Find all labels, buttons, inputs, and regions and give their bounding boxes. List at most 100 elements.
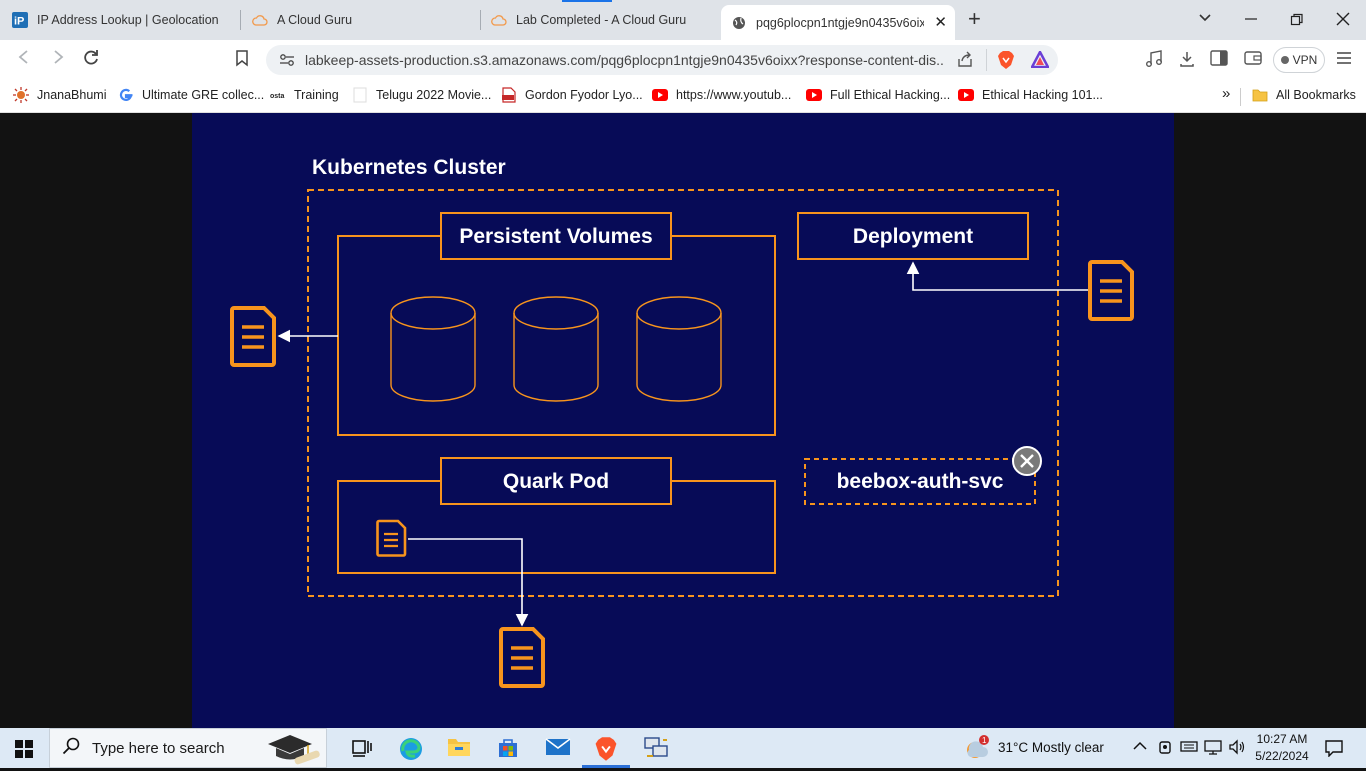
bookmark-jnanabhumi[interactable]: JnanaBhumi xyxy=(13,87,107,103)
pdf-icon xyxy=(501,87,517,103)
weather-text[interactable]: 31°C Mostly clear xyxy=(998,740,1104,755)
document-icon xyxy=(1088,260,1134,321)
edge-icon[interactable] xyxy=(398,736,422,760)
bookmark-gre[interactable]: Ultimate GRE collec... xyxy=(118,87,264,103)
bookmark-label: Ethical Hacking 101... xyxy=(982,88,1103,102)
tab-separator xyxy=(240,10,241,30)
share-icon[interactable] xyxy=(956,51,974,74)
task-view-icon[interactable] xyxy=(349,736,373,760)
mail-icon[interactable] xyxy=(545,736,571,760)
tab-strip: iP IP Address Lookup | Geolocation A Clo… xyxy=(0,0,1366,40)
windows-taskbar: Type here to search 1 31°C Mostly clear xyxy=(0,728,1366,768)
bookmark-label: Training xyxy=(294,88,339,102)
site-settings-icon[interactable] xyxy=(279,53,295,72)
taskbar-search[interactable]: Type here to search xyxy=(49,728,327,768)
meet-now-icon[interactable] xyxy=(1158,739,1172,758)
kubernetes-diagram: Kubernetes Cluster Persistent Volumes De… xyxy=(230,156,1134,688)
cloud-icon xyxy=(491,12,507,28)
clock-date: 5/22/2024 xyxy=(1255,749,1309,763)
media-icon[interactable] xyxy=(1145,50,1163,73)
globe-icon xyxy=(731,15,747,31)
system-clock[interactable]: 10:27 AM 5/22/2024 xyxy=(1252,731,1312,765)
deployment-apply-arrow xyxy=(906,261,1090,291)
cluster-title: Kubernetes Cluster xyxy=(312,156,506,179)
divider xyxy=(986,49,987,71)
bookmark-training[interactable]: osta Training xyxy=(270,87,339,103)
volume-cylinder-icon xyxy=(390,296,476,402)
bookmark-label: Ultimate GRE collec... xyxy=(142,88,265,102)
all-bookmarks-button[interactable]: All Bookmarks xyxy=(1252,87,1356,103)
search-placeholder: Type here to search xyxy=(92,739,225,757)
clock-time: 10:27 AM xyxy=(1256,732,1308,746)
menu-icon[interactable] xyxy=(1336,51,1352,70)
tab-label: Lab Completed - A Cloud Guru xyxy=(516,13,687,27)
restore-button[interactable] xyxy=(1290,13,1304,32)
volume-icon[interactable] xyxy=(1228,739,1246,758)
ip-logo-icon: iP xyxy=(12,12,28,28)
bookmark-telugu-movies[interactable]: Telugu 2022 Movie... xyxy=(352,87,491,103)
close-window-button[interactable] xyxy=(1336,12,1350,31)
volume-cylinder-icon xyxy=(513,296,599,402)
diagram-slide: Kubernetes Cluster Persistent Volumes De… xyxy=(192,113,1174,728)
bookmarks-overflow-button[interactable]: » xyxy=(1222,85,1230,102)
address-bar[interactable]: labkeep-assets-production.s3.amazonaws.c… xyxy=(266,45,1058,75)
reload-button[interactable] xyxy=(82,49,100,72)
youtube-icon xyxy=(958,87,974,103)
page-content: Kubernetes Cluster Persistent Volumes De… xyxy=(0,113,1366,728)
vpn-label: VPN xyxy=(1292,53,1318,67)
persistent-volumes-label: Persistent Volumes xyxy=(459,225,652,248)
bookmark-ethical-hacking-101[interactable]: Ethical Hacking 101... xyxy=(958,87,1103,103)
tab-lab-completed[interactable]: Lab Completed - A Cloud Guru xyxy=(491,6,711,34)
brave-browser-icon[interactable] xyxy=(594,736,618,761)
forward-button[interactable] xyxy=(50,49,66,70)
svg-text:iP: iP xyxy=(14,16,24,28)
vpn-status-icon xyxy=(1280,56,1289,64)
url-text[interactable]: labkeep-assets-production.s3.amazonaws.c… xyxy=(305,52,945,68)
graduation-cap-icon xyxy=(264,732,322,771)
search-icon xyxy=(62,737,80,760)
divider xyxy=(1240,88,1241,106)
bookmark-label: Gordon Fyodor Lyo... xyxy=(525,88,643,102)
youtube-icon xyxy=(652,87,668,103)
windows-start-icon[interactable] xyxy=(15,740,33,763)
file-explorer-icon[interactable] xyxy=(447,736,471,760)
bookmarks-bar: JnanaBhumi Ultimate GRE collec... osta T… xyxy=(0,80,1366,113)
tab-a-cloud-guru[interactable]: A Cloud Guru xyxy=(252,6,472,34)
service-label: beebox-auth-svc xyxy=(837,470,1004,493)
persistent-volumes-container xyxy=(337,235,776,436)
deployment-label: Deployment xyxy=(853,225,973,248)
keyboard-icon[interactable] xyxy=(1180,739,1198,756)
bookmark-youtube-url[interactable]: https://www.youtub... xyxy=(652,87,791,103)
bookmark-icon[interactable] xyxy=(234,49,250,72)
bookmark-gordon-lyon[interactable]: Gordon Fyodor Lyo... xyxy=(501,87,643,103)
vpn-button[interactable]: VPN xyxy=(1273,47,1325,73)
close-tab-icon[interactable]: ✕ xyxy=(934,13,947,31)
minimize-button[interactable] xyxy=(1244,8,1258,27)
bookmark-label: Telugu 2022 Movie... xyxy=(376,88,492,102)
svg-text:osta: osta xyxy=(270,93,285,100)
back-button[interactable] xyxy=(16,49,32,70)
notifications-icon[interactable] xyxy=(1325,739,1343,762)
wallet-icon[interactable] xyxy=(1244,50,1262,71)
microsoft-store-icon[interactable] xyxy=(496,736,520,760)
tab-search-chevron-icon[interactable] xyxy=(1198,10,1212,28)
bookmark-label: Full Ethical Hacking... xyxy=(830,88,951,102)
network-app-icon[interactable] xyxy=(643,736,668,760)
sidebar-toggle-icon[interactable] xyxy=(1210,50,1228,71)
volume-cylinder-icon xyxy=(636,296,722,402)
bookmark-label: All Bookmarks xyxy=(1276,88,1356,102)
show-hidden-icons-chevron-icon[interactable] xyxy=(1133,739,1147,756)
network-icon[interactable] xyxy=(1204,739,1222,758)
tab-separator xyxy=(480,10,481,30)
brave-rewards-icon[interactable] xyxy=(1029,49,1051,73)
tab-ip-lookup[interactable]: iP IP Address Lookup | Geolocation xyxy=(12,6,232,34)
bookmark-full-ethical-hacking[interactable]: Full Ethical Hacking... xyxy=(806,87,950,103)
tab-active-document[interactable]: pqg6plocpn1ntgje9n0435v6oixx ✕ xyxy=(721,5,955,40)
download-icon[interactable] xyxy=(1178,50,1196,73)
bookmark-label: JnanaBhumi xyxy=(37,88,107,102)
new-tab-button[interactable]: + xyxy=(968,8,981,30)
youtube-icon xyxy=(806,87,822,103)
brave-shields-icon[interactable] xyxy=(997,50,1015,75)
page-icon xyxy=(352,87,368,103)
weather-icon[interactable]: 1 xyxy=(964,734,992,765)
